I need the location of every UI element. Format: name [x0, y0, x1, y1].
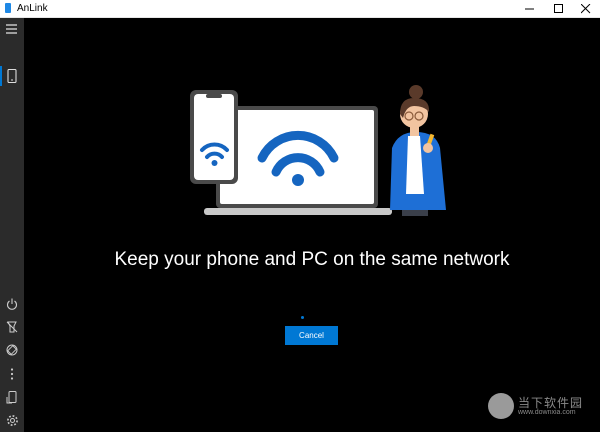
watermark-url: www.downxia.com — [518, 409, 576, 416]
menu-button[interactable] — [4, 21, 20, 37]
settings-gear-icon — [6, 414, 18, 426]
app-icon — [5, 3, 11, 13]
power-button[interactable] — [4, 296, 20, 312]
flashlight-button[interactable] — [4, 319, 20, 335]
maximize-button[interactable] — [545, 0, 573, 17]
rotate-button[interactable] — [4, 342, 20, 358]
settings-button[interactable] — [4, 412, 20, 428]
close-button[interactable] — [572, 0, 600, 17]
screen-mirror-button[interactable] — [4, 389, 20, 405]
sidebar — [0, 18, 24, 432]
hamburger-menu-icon — [6, 24, 17, 34]
person-illustration — [390, 85, 446, 216]
minimize-button[interactable] — [516, 0, 544, 17]
minimize-icon — [525, 8, 534, 9]
more-vertical-icon — [10, 368, 14, 380]
window-title: AnLink — [17, 3, 48, 14]
rotate-icon — [6, 344, 18, 356]
maximize-icon — [554, 3, 563, 13]
screen-mirror-icon — [6, 390, 17, 403]
close-icon — [581, 3, 591, 13]
selection-indicator — [0, 66, 2, 86]
sidebar-item-phone[interactable] — [0, 66, 20, 86]
phone-icon — [7, 69, 17, 83]
phone-pc-wifi-illustration — [190, 85, 446, 216]
network-instruction-text: Keep your phone and PC on the same netwo… — [114, 249, 510, 270]
watermark-logo-icon — [488, 393, 514, 419]
power-icon — [7, 298, 17, 310]
cancel-button[interactable]: Cancel — [285, 326, 338, 345]
main-content: Keep your phone and PC on the same netwo… — [24, 18, 600, 432]
more-button[interactable] — [4, 366, 20, 382]
title-bar: AnLink — [0, 0, 600, 18]
phone-illustration — [190, 90, 238, 184]
flashlight-icon — [6, 321, 18, 333]
progress-indicator — [301, 316, 304, 319]
